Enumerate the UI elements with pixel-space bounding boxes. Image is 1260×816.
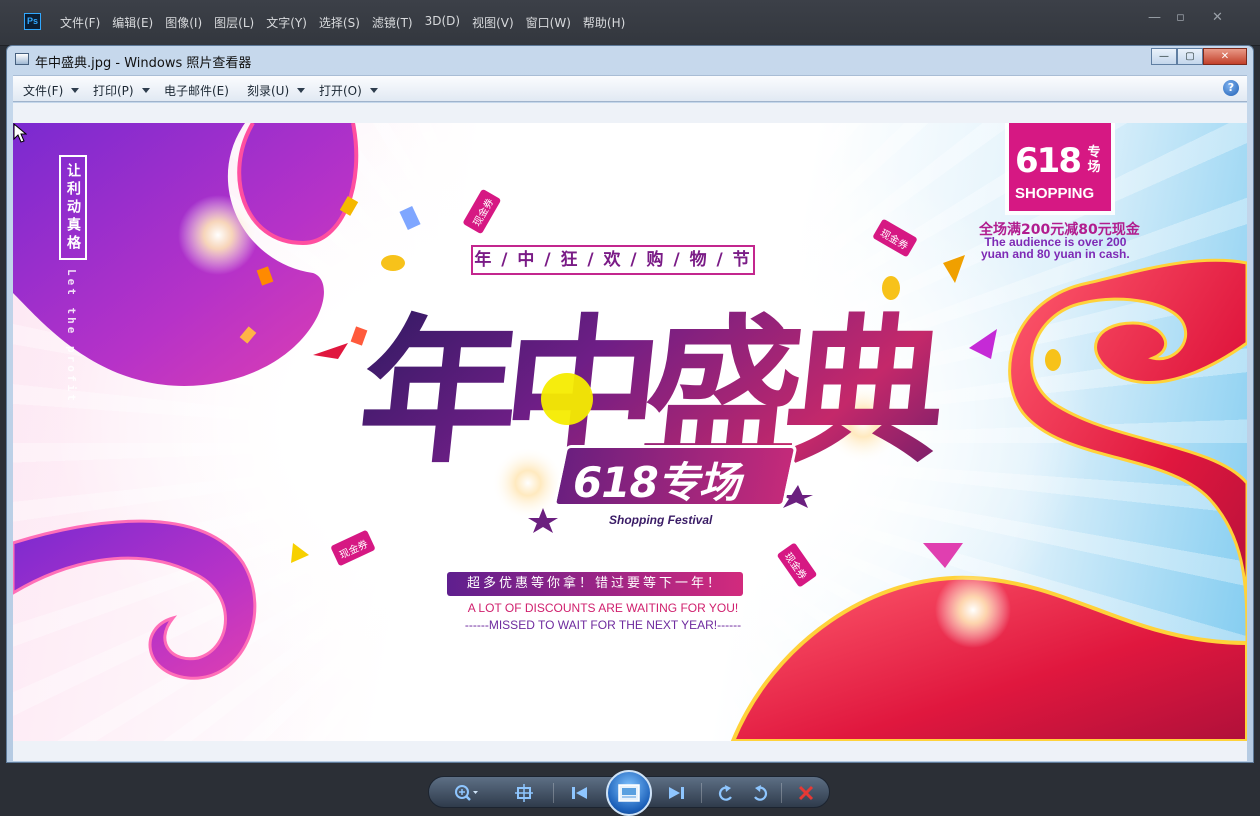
ps-menu-edit[interactable]: 编辑(E) bbox=[112, 14, 153, 31]
ps-close-icon[interactable]: ✕ bbox=[1212, 10, 1223, 25]
poster-image: 现金券 现金券 现金券 现金券 让利动真格 Let the profit 6 bbox=[13, 123, 1247, 741]
dropdown-arrow-icon bbox=[369, 88, 378, 93]
nav-separator bbox=[553, 783, 554, 803]
photo-viewer-app-icon bbox=[15, 53, 29, 65]
nav-separator bbox=[701, 783, 702, 803]
toolbar-print-label: 打印(P) bbox=[93, 84, 134, 98]
zoom-icon[interactable] bbox=[453, 781, 479, 805]
rotate-left-icon[interactable] bbox=[713, 781, 739, 805]
coupon-decoration: 现金券 bbox=[463, 189, 501, 234]
ps-minimize-icon[interactable]: — bbox=[1148, 10, 1161, 25]
promo-text-en-line2: yuan and 80 yuan in cash. bbox=[981, 247, 1130, 261]
glow-spot bbox=[178, 195, 258, 275]
toolbar-burn-menu[interactable]: 刻录(U) bbox=[247, 82, 306, 99]
close-button[interactable]: ✕ bbox=[1203, 48, 1247, 65]
photoshop-logo-icon[interactable]: Ps bbox=[24, 13, 41, 30]
coin bbox=[381, 255, 405, 271]
photo-viewer-window: 年中盛典.jpg - Windows 照片查看器 — ▢ ✕ 文件(F) 打印(… bbox=[6, 45, 1254, 763]
dropdown-arrow-icon bbox=[141, 88, 150, 93]
toolbar-file-label: 文件(F) bbox=[23, 84, 64, 98]
triangle-decoration bbox=[291, 543, 309, 563]
toolbar-print-menu[interactable]: 打印(P) bbox=[93, 82, 150, 99]
viewer-toolbar: 文件(F) 打印(P) 电子邮件(E) 刻录(U) 打开(O) ? bbox=[13, 75, 1247, 102]
ps-menu-3d[interactable]: 3D(D) bbox=[425, 14, 460, 31]
image-canvas: 现金券 现金券 现金券 现金券 让利动真格 Let the profit 6 bbox=[13, 103, 1247, 761]
promo-text-en: The audience is over 200 yuan and 80 yua… bbox=[981, 236, 1130, 260]
viewer-titlebar[interactable]: 年中盛典.jpg - Windows 照片查看器 — ▢ ✕ bbox=[7, 46, 1253, 74]
toolbar-email-label: 电子邮件(E) bbox=[164, 84, 229, 98]
actual-size-icon[interactable] bbox=[511, 781, 537, 805]
ps-menu-select[interactable]: 选择(S) bbox=[319, 14, 360, 31]
slogan-pill: 超多优惠等你拿！错过要等下一年！ bbox=[447, 572, 743, 596]
next-icon[interactable] bbox=[663, 781, 689, 805]
ps-menu-image[interactable]: 图像(I) bbox=[165, 14, 202, 31]
delete-icon[interactable] bbox=[793, 781, 819, 805]
coupon-decoration: 现金券 bbox=[873, 219, 917, 257]
maximize-button[interactable]: ▢ bbox=[1177, 48, 1203, 65]
festival-tag: 年 / 中 / 狂 / 欢 / 购 / 物 / 节 bbox=[471, 245, 755, 275]
dropdown-arrow-icon bbox=[71, 88, 80, 93]
photoshop-menu: 文件(F) 编辑(E) 图像(I) 图层(L) 文字(Y) 选择(S) 滤镜(T… bbox=[60, 14, 637, 31]
ps-menu-help[interactable]: 帮助(H) bbox=[583, 14, 625, 31]
ps-menu-view[interactable]: 视图(V) bbox=[472, 14, 514, 31]
right-ribbon-curl bbox=[1008, 258, 1247, 644]
photoshop-menubar: Ps 文件(F) 编辑(E) 图像(I) 图层(L) 文字(Y) 选择(S) 滤… bbox=[0, 0, 1260, 46]
ps-menu-window[interactable]: 窗口(W) bbox=[526, 14, 571, 31]
confetti bbox=[399, 205, 421, 231]
badge-shopping: SHOPPING bbox=[1015, 185, 1095, 202]
ps-menu-type[interactable]: 文字(Y) bbox=[266, 14, 307, 31]
minimize-button[interactable]: — bbox=[1151, 48, 1177, 65]
badge-zhuanchang: 专场 bbox=[1087, 145, 1101, 175]
dropdown-arrow-icon bbox=[297, 88, 306, 93]
nav-separator bbox=[781, 783, 782, 803]
triangle-decoration bbox=[313, 343, 348, 359]
slogan-en-line2: ------MISSED TO WAIT FOR THE NEXT YEAR!-… bbox=[464, 618, 742, 632]
shopping-badge: 618 专场 SHOPPING bbox=[1009, 123, 1111, 211]
toolbar-burn-label: 刻录(U) bbox=[247, 84, 290, 98]
triangle-decoration bbox=[969, 329, 997, 359]
ps-menu-layer[interactable]: 图层(L) bbox=[214, 14, 254, 31]
glow-spot bbox=[935, 572, 1011, 648]
previous-icon[interactable] bbox=[567, 781, 593, 805]
ps-maximize-icon[interactable]: ▫ bbox=[1176, 10, 1185, 25]
toolbar-file-menu[interactable]: 文件(F) bbox=[23, 82, 80, 99]
ps-menu-file[interactable]: 文件(F) bbox=[60, 14, 100, 31]
slogan-en-line1: A LOT OF DISCOUNTS ARE WAITING FOR YOU! bbox=[467, 601, 739, 615]
window-title: 年中盛典.jpg - Windows 照片查看器 bbox=[35, 56, 252, 71]
rotate-right-icon[interactable] bbox=[747, 781, 773, 805]
toolbar-open-label: 打开(O) bbox=[319, 84, 362, 98]
coin bbox=[1045, 349, 1061, 371]
help-icon[interactable]: ? bbox=[1223, 80, 1239, 96]
vertical-slogan: 让利动真格 bbox=[59, 155, 87, 260]
subtitle-618: 618专场 bbox=[573, 458, 741, 507]
slideshow-icon[interactable] bbox=[606, 770, 652, 816]
badge-number: 618 bbox=[1015, 141, 1082, 181]
vertical-slogan-en: Let the profit bbox=[65, 269, 78, 404]
ps-menu-filter[interactable]: 滤镜(T) bbox=[372, 14, 413, 31]
left-ribbon-bottom bbox=[13, 519, 257, 680]
toolbar-open-menu[interactable]: 打开(O) bbox=[319, 82, 378, 99]
mouse-cursor-icon bbox=[13, 123, 27, 143]
cursor-highlight bbox=[541, 373, 593, 425]
subtitle-en: Shopping Festival bbox=[609, 513, 713, 527]
toolbar-email-button[interactable]: 电子邮件(E) bbox=[164, 82, 229, 99]
